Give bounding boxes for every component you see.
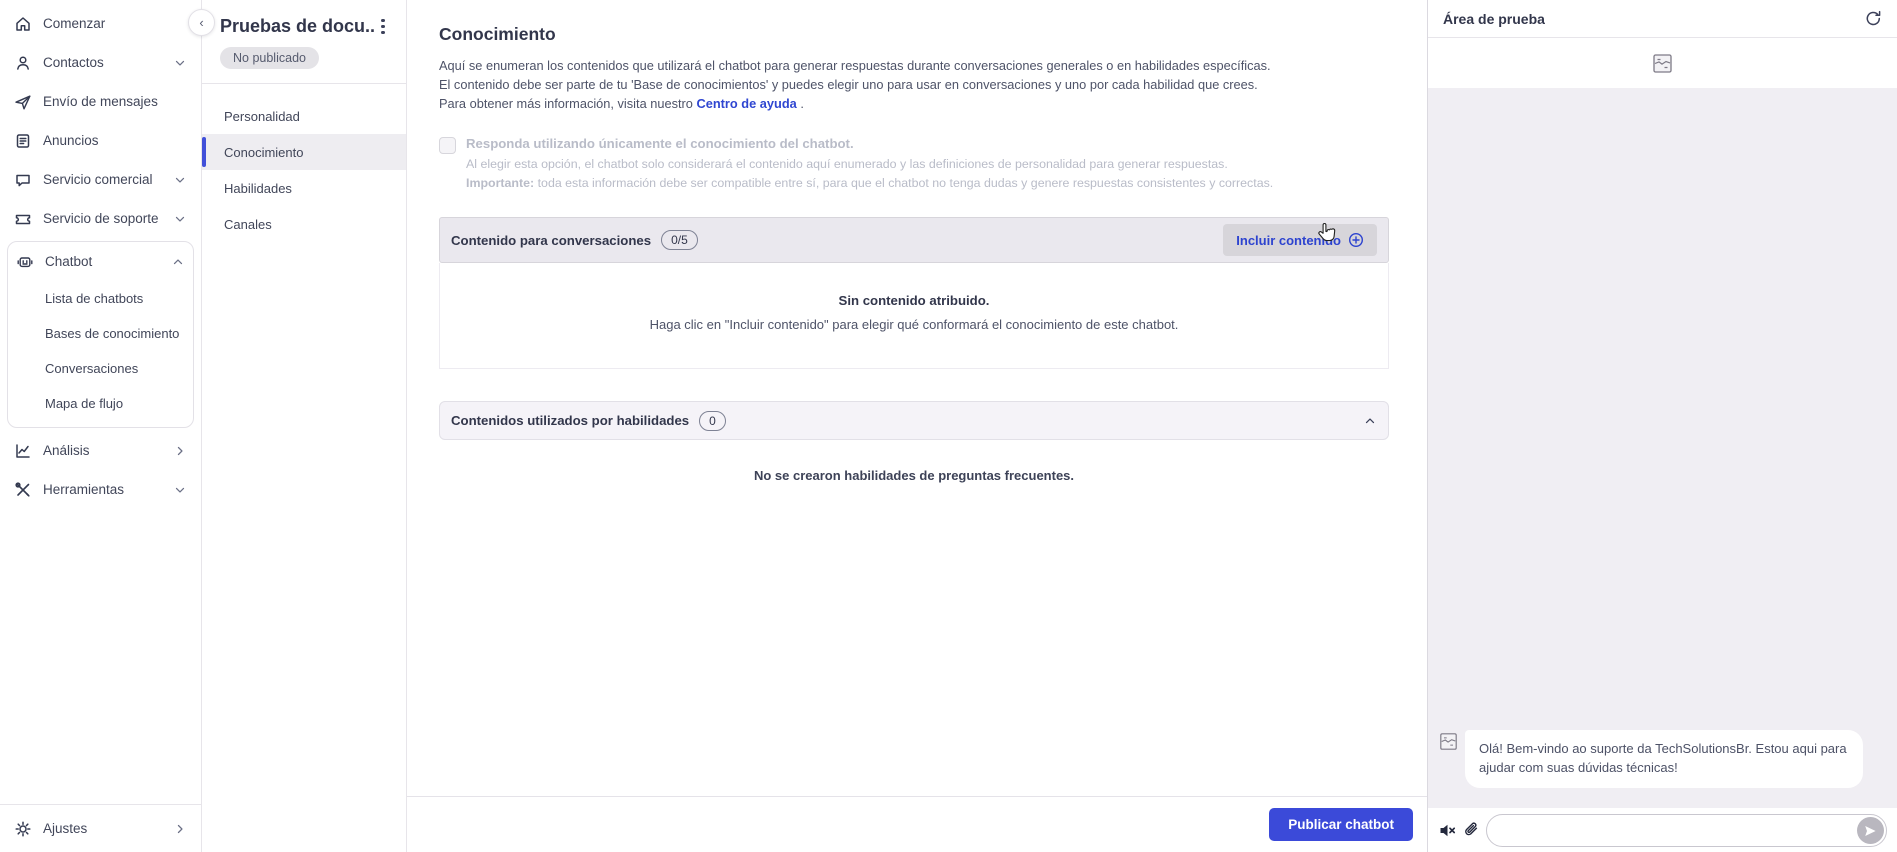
empty-state-subtitle: Haga clic en "Incluir contenido" para el…	[649, 317, 1179, 332]
chatbot-nav-group: Chatbot Lista de chatbots Bases de conoc…	[7, 241, 194, 428]
test-area-header: Área de prueba	[1428, 0, 1897, 38]
attachment-icon[interactable]	[1464, 822, 1479, 839]
chevron-down-icon	[173, 212, 187, 226]
bot-message-bubble: Olá! Bem-vindo ao suporte da TechSolutio…	[1465, 730, 1863, 788]
chat-message-input[interactable]	[1487, 814, 1846, 846]
sidebar-item-servicio-de-soporte[interactable]: Servicio de soporte	[0, 199, 201, 238]
conversations-empty-state: Sin contenido atribuido. Haga clic en "I…	[439, 263, 1389, 369]
bot-message-row: Olá! Bem-vindo ao suporte da TechSolutio…	[1439, 730, 1886, 788]
main-footer-bar: Publicar chatbot	[407, 796, 1427, 852]
empty-state-title: Sin contenido atribuido.	[838, 293, 990, 308]
conversations-section-header: Contenido para conversaciones 0/5 Inclui…	[439, 217, 1389, 263]
sidebar-item-lista-de-chatbots[interactable]: Lista de chatbots	[8, 281, 193, 316]
robot-icon	[16, 253, 34, 271]
contacts-icon	[14, 54, 32, 72]
announcements-icon	[14, 132, 32, 150]
sidebar-item-contactos[interactable]: Contactos	[0, 43, 201, 82]
knowledge-only-title: Responda utilizando únicamente el conoci…	[466, 135, 854, 151]
chevron-up-icon[interactable]	[1363, 414, 1377, 428]
main-sidebar: Comenzar Contactos Envío de mensajes Anu…	[0, 0, 202, 852]
chevron-up-icon	[171, 255, 185, 269]
chat-message-area: Olá! Bem-vindo ao suporte da TechSolutio…	[1428, 88, 1897, 808]
broken-image-icon	[1439, 732, 1458, 751]
chat-icon	[14, 171, 32, 189]
help-center-link[interactable]: Centro de ayuda	[697, 96, 797, 111]
sidebar-item-bases-de-conocimiento[interactable]: Bases de conocimiento	[8, 316, 193, 351]
divider	[202, 83, 406, 84]
skills-empty-state: No se crearon habilidades de preguntas f…	[439, 440, 1389, 515]
chevron-right-icon	[173, 822, 187, 836]
publish-chatbot-button[interactable]: Publicar chatbot	[1269, 808, 1413, 841]
chatbot-avatar-strip	[1428, 38, 1897, 88]
chevron-down-icon	[173, 56, 187, 70]
sidebar-footer: Ajustes	[0, 804, 201, 852]
collapse-panel-button[interactable]: ‹	[188, 9, 215, 36]
ticket-icon	[14, 210, 32, 228]
skills-section-header[interactable]: Contenidos utilizados por habilidades 0	[439, 401, 1389, 440]
tools-icon	[14, 481, 32, 499]
tab-personalidad[interactable]: Personalidad	[202, 98, 406, 134]
sidebar-item-conversaciones[interactable]: Conversaciones	[8, 351, 193, 386]
plus-circle-icon	[1348, 232, 1364, 248]
broken-image-icon	[1652, 53, 1673, 74]
main-content: Conocimiento Aquí se enumeran los conten…	[407, 0, 1427, 852]
conversations-section-title: Contenido para conversaciones	[451, 232, 652, 248]
test-area-title: Área de prueba	[1443, 10, 1545, 27]
chat-input-container	[1486, 813, 1887, 847]
send-icon	[14, 93, 32, 111]
sidebar-item-analisis[interactable]: Análisis	[0, 431, 201, 470]
chatbot-settings-nav: ‹ Pruebas de docu... No publicado Person…	[188, 0, 407, 852]
sidebar-item-herramientas[interactable]: Herramientas	[0, 470, 201, 509]
tab-conocimiento[interactable]: Conocimiento	[202, 134, 406, 170]
chevron-down-icon	[173, 173, 187, 187]
sidebar-item-comenzar[interactable]: Comenzar	[0, 4, 201, 43]
intro-text: Aquí se enumeran los contenidos que util…	[439, 58, 1271, 112]
conversations-content-section: Contenido para conversaciones 0/5 Inclui…	[439, 217, 1389, 369]
kebab-menu-icon[interactable]	[374, 18, 392, 36]
conversations-count-badge: 0/5	[661, 230, 698, 250]
skills-section-title: Contenidos utilizados por habilidades	[451, 413, 690, 428]
tab-habilidades[interactable]: Habilidades	[202, 170, 406, 206]
skills-content-section: Contenidos utilizados por habilidades 0 …	[439, 401, 1389, 515]
chevron-right-icon	[173, 444, 187, 458]
knowledge-only-option: Responda utilizando únicamente el conoci…	[439, 136, 1389, 193]
send-button[interactable]	[1856, 817, 1884, 844]
sidebar-item-chatbot[interactable]: Chatbot	[8, 242, 193, 281]
chevron-down-icon	[173, 483, 187, 497]
knowledge-only-checkbox[interactable]	[439, 136, 456, 154]
page-title: Conocimiento	[439, 24, 556, 44]
skills-empty-text: No se crearon habilidades de preguntas f…	[753, 468, 1075, 483]
sidebar-item-servicio-comercial[interactable]: Servicio comercial	[0, 160, 201, 199]
include-content-button[interactable]: Incluir contenido	[1223, 224, 1377, 256]
chat-input-bar	[1428, 808, 1897, 852]
sidebar-item-mapa-de-flujo[interactable]: Mapa de flujo	[8, 386, 193, 421]
skills-count-badge: 0	[699, 410, 726, 431]
status-badge: No publicado	[220, 47, 319, 69]
analytics-icon	[14, 442, 32, 460]
home-icon	[14, 15, 32, 33]
chatbot-name-title: Pruebas de docu...	[220, 16, 374, 36]
sidebar-item-anuncios[interactable]: Anuncios	[0, 121, 201, 160]
refresh-icon[interactable]	[1865, 10, 1882, 27]
sidebar-item-envio-de-mensajes[interactable]: Envío de mensajes	[0, 82, 201, 121]
test-area-panel: Área de prueba Olá! Bem-vindo ao suporte…	[1427, 0, 1897, 852]
sidebar-item-ajustes[interactable]: Ajustes	[0, 809, 201, 848]
mute-icon[interactable]	[1438, 821, 1457, 840]
gear-icon	[14, 820, 32, 838]
tab-canales[interactable]: Canales	[202, 206, 406, 242]
